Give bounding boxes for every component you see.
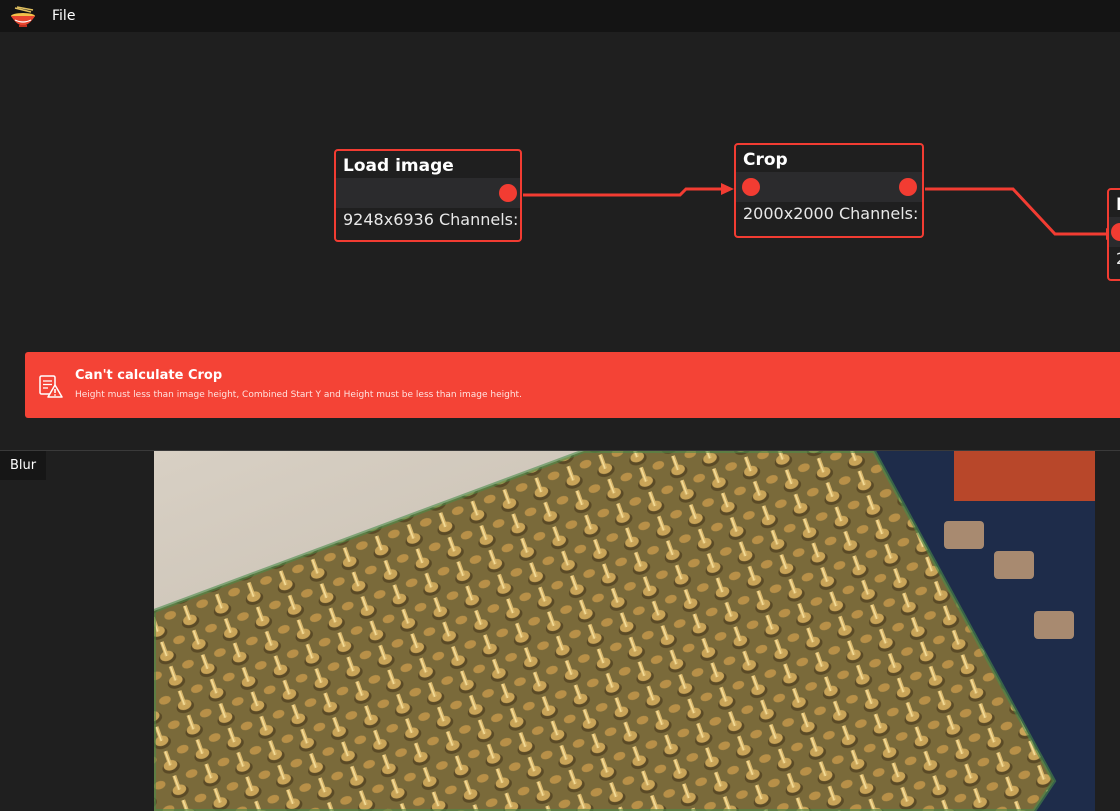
preview-panel: Blur	[0, 451, 1120, 811]
edge-crop-to-blur	[925, 187, 1108, 236]
node-load-image[interactable]: Load image 9248x6936 Channels: 3	[334, 149, 522, 242]
ramen-bowl-icon	[11, 6, 35, 27]
node-graph-canvas[interactable]: Load image 9248x6936 Channels: 3 Crop 20…	[0, 32, 1120, 450]
node-ports	[1109, 217, 1120, 247]
node-blur[interactable]: Blur 2000x2000 Channels: 3	[1107, 188, 1120, 281]
node-info: 2000x2000 Channels: 3	[1109, 247, 1120, 268]
node-title: Blur	[1109, 190, 1120, 217]
preview-image	[154, 451, 1095, 811]
error-toast[interactable]: Can't calculate Crop Height must less th…	[25, 352, 1120, 418]
node-title: Crop	[743, 150, 788, 170]
node-info: 2000x2000 Channels: 3	[743, 204, 924, 223]
menu-bar: File	[0, 0, 1120, 32]
node-title: Load image	[343, 156, 454, 176]
error-report-icon	[39, 375, 63, 398]
output-port[interactable]	[499, 184, 517, 202]
edge-load-to-crop	[523, 187, 722, 197]
toast-message: Height must less than image height, Comb…	[75, 390, 522, 400]
output-port[interactable]	[899, 178, 917, 196]
menu-file[interactable]: File	[52, 8, 75, 24]
node-crop[interactable]: Crop 2000x2000 Channels: 3	[734, 143, 924, 238]
edge-arrowhead	[721, 183, 734, 195]
input-port[interactable]	[742, 178, 760, 196]
toast-title: Can't calculate Crop	[75, 368, 223, 383]
tab-blur[interactable]: Blur	[0, 451, 47, 480]
input-port[interactable]	[1111, 223, 1120, 241]
node-info: 9248x6936 Channels: 3	[343, 210, 522, 229]
node-ports	[336, 178, 520, 208]
node-ports	[736, 172, 922, 202]
